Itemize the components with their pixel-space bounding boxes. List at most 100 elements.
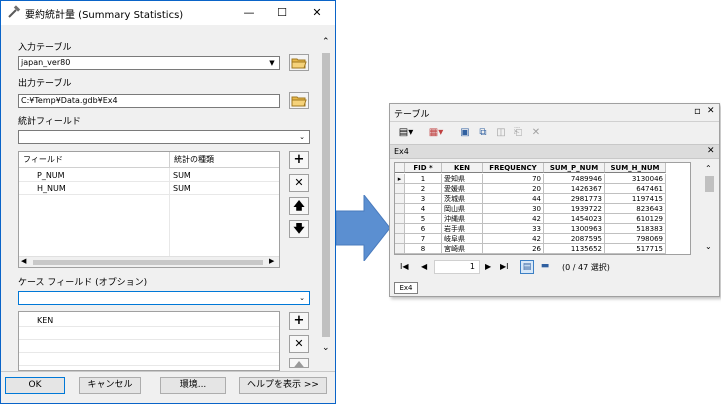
- scroll-right-icon[interactable]: ▶: [269, 257, 274, 265]
- row-selector[interactable]: [395, 254, 405, 255]
- browse-output-button[interactable]: [289, 92, 309, 109]
- cell-frequency[interactable]: 20: [483, 184, 544, 194]
- cell-fid[interactable]: 3: [405, 194, 442, 204]
- cell-sum-h-num[interactable]: 961409: [605, 254, 666, 255]
- cell-sum-p-num[interactable]: 2981773: [544, 194, 605, 204]
- show-all-records-icon[interactable]: ▤: [520, 260, 534, 274]
- cell-sum-p-num[interactable]: 2087595: [544, 234, 605, 244]
- cell-ken[interactable]: 沖縄県: [442, 214, 483, 224]
- scroll-thumb[interactable]: [33, 260, 263, 265]
- cell-sum-h-num[interactable]: 517715: [605, 244, 666, 254]
- cell-ken[interactable]: 岡山県: [442, 204, 483, 214]
- record-number-field[interactable]: 1: [434, 260, 480, 274]
- close-button[interactable]: ✕: [707, 106, 715, 116]
- cell-sum-h-num[interactable]: 823643: [605, 204, 666, 214]
- column-header-selector[interactable]: [395, 163, 405, 173]
- stat-field-dropdown[interactable]: ⌄: [18, 130, 310, 144]
- cell-sum-p-num[interactable]: 1454023: [544, 214, 605, 224]
- cell-frequency[interactable]: 44: [483, 194, 544, 204]
- move-up-button[interactable]: 🡅: [289, 197, 309, 215]
- table-row[interactable]: P_NUM SUM: [19, 170, 279, 182]
- add-field-button[interactable]: +: [289, 151, 309, 169]
- cell-frequency[interactable]: 30: [483, 204, 544, 214]
- show-help-button[interactable]: ヘルプを表示 >>: [239, 377, 327, 394]
- related-tables-icon[interactable]: ▦▾: [426, 125, 446, 141]
- environments-button[interactable]: 環境...: [160, 377, 226, 394]
- tab-close-button[interactable]: ✕: [707, 146, 715, 156]
- previous-record-button[interactable]: ◀: [421, 262, 427, 271]
- first-record-button[interactable]: I◀: [400, 262, 409, 271]
- remove-case-button[interactable]: ✕: [289, 335, 309, 353]
- next-record-button[interactable]: ▶: [485, 262, 491, 271]
- maximize-button[interactable]: ☐: [267, 4, 297, 22]
- column-header-frequency[interactable]: FREQUENCY: [483, 163, 544, 173]
- move-case-up-button[interactable]: 🡅: [289, 358, 309, 368]
- column-header-fid[interactable]: FID *: [405, 163, 442, 173]
- delete-selected-icon[interactable]: ✕: [529, 125, 543, 141]
- cell-frequency[interactable]: 26: [483, 244, 544, 254]
- row-selector[interactable]: ▸: [395, 174, 405, 184]
- chevron-up-icon[interactable]: ⌃: [705, 164, 712, 173]
- input-table-dropdown[interactable]: japan_ver80 ▼: [18, 56, 280, 70]
- close-button[interactable]: ✕: [302, 4, 332, 22]
- zoom-to-selected-icon[interactable]: ⎗: [511, 125, 525, 141]
- show-selected-records-icon[interactable]: ▬: [538, 260, 552, 274]
- row-selector[interactable]: [395, 244, 405, 254]
- remove-field-button[interactable]: ✕: [289, 174, 309, 192]
- list-item[interactable]: KEN: [19, 315, 279, 327]
- chevron-down-icon[interactable]: ⌄: [705, 242, 712, 251]
- cell-ken[interactable]: 愛知県: [442, 174, 483, 184]
- cell-frequency[interactable]: 39: [483, 254, 544, 255]
- cell-sum-h-num[interactable]: 518383: [605, 224, 666, 234]
- cell-fid[interactable]: 2: [405, 184, 442, 194]
- scroll-left-icon[interactable]: ◀: [21, 257, 26, 265]
- row-selector[interactable]: [395, 194, 405, 204]
- cell-fid[interactable]: 9: [405, 254, 442, 255]
- case-field-dropdown[interactable]: ⌄: [18, 291, 310, 305]
- cell-sum-h-num[interactable]: 610129: [605, 214, 666, 224]
- cell-sum-p-num[interactable]: 1300963: [544, 224, 605, 234]
- cell-sum-p-num[interactable]: 2328133: [544, 254, 605, 255]
- cancel-button[interactable]: キャンセル: [79, 377, 141, 394]
- output-table-field[interactable]: C:¥Temp¥Data.gdb¥Ex4: [18, 94, 280, 108]
- cell-ken[interactable]: 宮城県: [442, 254, 483, 255]
- grid-cell-stat[interactable]: SUM: [173, 170, 191, 182]
- scroll-thumb[interactable]: [322, 53, 330, 337]
- cell-fid[interactable]: 1: [405, 174, 442, 184]
- grid-cell-stat[interactable]: SUM: [173, 183, 191, 195]
- table-vertical-scrollbar[interactable]: ⌃ ⌄: [703, 164, 716, 254]
- table-row[interactable]: H_NUM SUM: [19, 183, 279, 195]
- scroll-thumb[interactable]: [705, 176, 714, 192]
- row-selector[interactable]: [395, 184, 405, 194]
- clear-selection-icon[interactable]: ◫: [494, 125, 508, 141]
- last-record-button[interactable]: ▶I: [500, 262, 509, 271]
- cell-ken[interactable]: 岩手県: [442, 224, 483, 234]
- column-header-ken[interactable]: KEN: [442, 163, 483, 173]
- chevron-up-icon[interactable]: ⌃: [322, 37, 330, 47]
- select-by-attributes-icon[interactable]: ▣: [458, 125, 472, 141]
- cell-ken[interactable]: 宮崎県: [442, 244, 483, 254]
- cell-fid[interactable]: 6: [405, 224, 442, 234]
- row-selector[interactable]: [395, 234, 405, 244]
- minimize-button[interactable]: —: [234, 4, 264, 22]
- cell-sum-p-num[interactable]: 1135652: [544, 244, 605, 254]
- column-header-sum-p-num[interactable]: SUM_P_NUM: [544, 163, 605, 173]
- cell-fid[interactable]: 5: [405, 214, 442, 224]
- row-selector[interactable]: [395, 224, 405, 234]
- cell-fid[interactable]: 4: [405, 204, 442, 214]
- cell-ken[interactable]: 愛媛県: [442, 184, 483, 194]
- cell-fid[interactable]: 8: [405, 244, 442, 254]
- add-case-button[interactable]: +: [289, 312, 309, 330]
- move-down-button[interactable]: 🡇: [289, 220, 309, 238]
- cell-ken[interactable]: 茨城県: [442, 194, 483, 204]
- cell-frequency[interactable]: 33: [483, 224, 544, 234]
- cell-frequency[interactable]: 70: [483, 174, 544, 184]
- grid-horizontal-scrollbar[interactable]: ◀ ▶: [19, 256, 279, 267]
- cell-sum-h-num[interactable]: 1197415: [605, 194, 666, 204]
- row-selector[interactable]: [395, 214, 405, 224]
- cell-sum-h-num[interactable]: 3130046: [605, 174, 666, 184]
- auto-hide-button[interactable]: ▫: [694, 106, 701, 117]
- cell-sum-p-num[interactable]: 1426367: [544, 184, 605, 194]
- cell-sum-p-num[interactable]: 7489946: [544, 174, 605, 184]
- table-options-icon[interactable]: ▤▾: [396, 125, 416, 141]
